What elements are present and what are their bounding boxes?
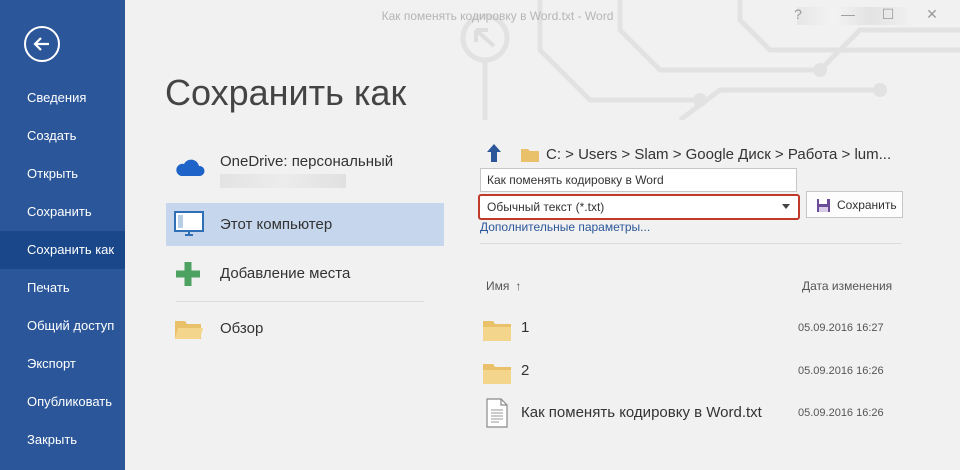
text-file-icon [486,398,508,428]
browse-label: Обзор [220,320,264,337]
nav-publish[interactable]: Опубликовать [0,383,125,421]
table-row[interactable]: 2 05.09.2016 16:26 [478,352,902,390]
nav-export[interactable]: Экспорт [0,345,125,383]
back-arrow-icon [33,37,49,51]
add-place-label: Добавление места [220,265,351,282]
breadcrumb-path[interactable]: C: > Users > Slam > Google Диск > Работа… [546,146,891,163]
column-header-name[interactable]: Имя ↑ [486,279,521,293]
backstage-sidebar: Сведения Создать Открыть Сохранить Сохра… [0,0,125,470]
folder-icon [483,364,511,384]
nav-save-as[interactable]: Сохранить как [0,231,125,269]
location-onedrive[interactable]: OneDrive: персональный [166,148,444,198]
nav-share[interactable]: Общий доступ [0,307,125,345]
table-row[interactable]: Как поменять кодировку в Word.txt 05.09.… [478,394,902,432]
close-window-button[interactable]: ✕ [922,6,942,23]
back-button[interactable] [24,26,60,62]
locations-divider [176,301,424,302]
more-options-link[interactable]: Дополнительные параметры... [480,220,650,234]
title-bar: Как поменять кодировку в Word.txt - Word… [125,0,960,32]
options-divider [480,243,902,244]
path-folder-icon [521,149,539,162]
nav-info[interactable]: Сведения [0,79,125,117]
floppy-disk-icon [817,199,830,212]
location-browse[interactable]: Обзор [166,307,444,351]
computer-icon [174,211,204,236]
help-button[interactable]: ? [788,6,808,22]
folder-open-icon [175,321,203,339]
column-name-label: Имя [486,279,510,293]
plus-icon [176,262,200,286]
nav-close[interactable]: Закрыть [0,421,125,459]
file-name: 1 [521,319,530,336]
folder-icon [483,321,511,341]
this-pc-label: Этот компьютер [220,216,333,233]
file-name: 2 [521,362,530,379]
save-button-label: Сохранить [837,198,897,212]
onedrive-cloud-icon [176,159,205,176]
file-type-value: Обычный текст (*.txt) [487,200,605,214]
minimize-button[interactable]: — [838,6,858,22]
save-button[interactable]: Сохранить [806,191,903,218]
file-name: Как поменять кодировку в Word.txt [521,404,762,421]
file-date: 05.09.2016 16:26 [798,407,884,419]
chevron-down-icon [782,204,790,209]
up-folder-arrow-icon[interactable] [484,142,504,164]
table-row[interactable]: 1 05.09.2016 16:27 [478,309,902,347]
file-date: 05.09.2016 16:27 [798,322,884,334]
restore-button[interactable]: ☐ [878,6,898,23]
file-date: 05.09.2016 16:26 [798,365,884,377]
nav-print[interactable]: Печать [0,269,125,307]
onedrive-label: OneDrive: персональный [220,153,394,170]
nav-new[interactable]: Создать [0,117,125,155]
location-add-place[interactable]: Добавление места [166,252,444,296]
column-header-date[interactable]: Дата изменения [802,279,892,293]
sort-ascending-icon: ↑ [515,279,522,293]
location-this-pc[interactable]: Этот компьютер [166,203,444,246]
nav-save[interactable]: Сохранить [0,193,125,231]
file-type-select[interactable]: Обычный текст (*.txt) [478,194,800,220]
filename-input[interactable] [480,168,797,192]
nav-open[interactable]: Открыть [0,155,125,193]
page-title: Сохранить как [165,72,407,113]
onedrive-account-blurred [220,174,346,188]
